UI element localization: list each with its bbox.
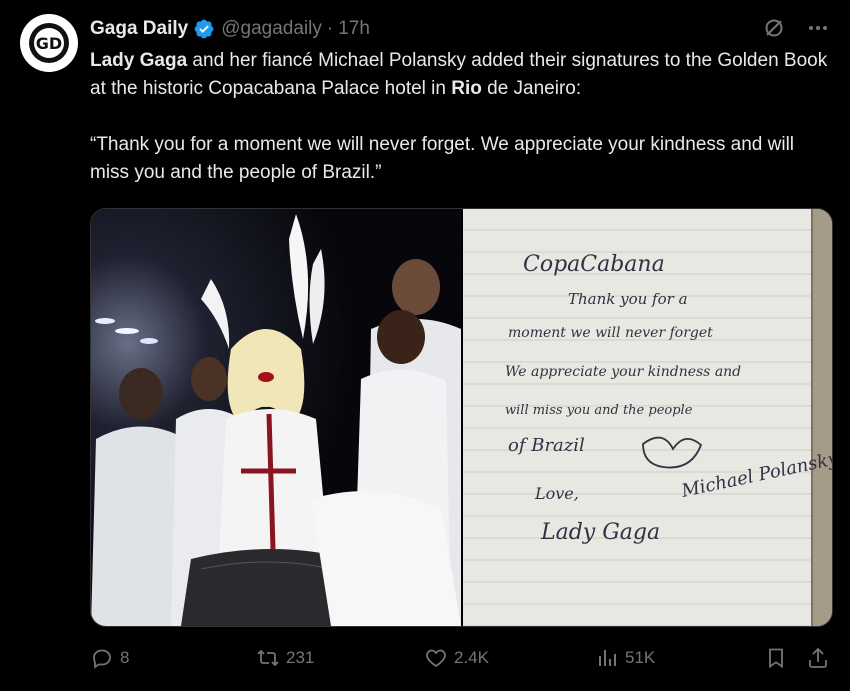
bold-city: Rio bbox=[451, 78, 482, 99]
bold-name: Lady Gaga bbox=[90, 50, 188, 71]
text-segment: de Janeiro: bbox=[481, 78, 582, 99]
tweet-actions: 8 231 2.4K 51K bbox=[90, 643, 830, 673]
svg-text:GD: GD bbox=[36, 34, 62, 53]
grok-icon[interactable] bbox=[762, 16, 786, 40]
share-button[interactable] bbox=[806, 646, 830, 670]
tweet-media[interactable]: CopaCabana Thank you for a moment we wil… bbox=[90, 208, 833, 627]
tweet-text: Lady Gaga and her fiancé Michael Polansk… bbox=[90, 47, 835, 187]
svg-text:will miss you and the people: will miss you and the people bbox=[505, 403, 693, 418]
tweet-paragraph-1: Lady Gaga and her fiancé Michael Polansk… bbox=[90, 47, 835, 103]
views-button[interactable]: 51K bbox=[595, 646, 655, 670]
gaga-daily-logo-icon: GD bbox=[29, 23, 69, 63]
reply-icon bbox=[93, 649, 111, 669]
svg-text:Lady Gaga: Lady Gaga bbox=[540, 520, 660, 545]
separator-dot: · bbox=[326, 18, 334, 39]
bookmark-button[interactable] bbox=[764, 646, 788, 670]
like-button[interactable]: 2.4K bbox=[424, 646, 489, 670]
author-name[interactable]: Gaga Daily bbox=[90, 18, 188, 40]
repost-icon bbox=[257, 649, 279, 667]
golden-book-image: CopaCabana Thank you for a moment we wil… bbox=[463, 209, 832, 626]
tweet-paragraph-2: “Thank you for a moment we will never fo… bbox=[90, 134, 795, 183]
share-icon bbox=[809, 647, 827, 668]
author-handle[interactable]: @gagadaily bbox=[221, 18, 322, 40]
bookmark-icon bbox=[769, 648, 783, 669]
golden-book-photo[interactable]: CopaCabana Thank you for a moment we wil… bbox=[461, 209, 832, 626]
like-count: 2.4K bbox=[454, 648, 489, 667]
repost-button[interactable]: 231 bbox=[256, 646, 314, 670]
reply-button[interactable]: 8 bbox=[90, 646, 129, 670]
concert-photo-image bbox=[91, 209, 461, 626]
verified-badge-icon bbox=[194, 19, 214, 39]
views-chart-icon bbox=[599, 650, 616, 666]
svg-text:We appreciate your kindness an: We appreciate your kindness and bbox=[505, 364, 741, 380]
avatar[interactable]: GD bbox=[20, 14, 78, 72]
views-count: 51K bbox=[625, 648, 656, 667]
svg-text:Thank you for a: Thank you for a bbox=[568, 290, 688, 308]
svg-text:CopaCabana: CopaCabana bbox=[523, 252, 665, 277]
tweet-header: Gaga Daily @gagadaily · 17h bbox=[90, 16, 830, 42]
reply-count: 8 bbox=[120, 648, 130, 667]
concert-photo[interactable] bbox=[91, 209, 461, 626]
repost-count: 231 bbox=[286, 648, 315, 667]
more-options-icon[interactable] bbox=[806, 16, 830, 40]
svg-text:of Brazil: of Brazil bbox=[508, 435, 585, 456]
svg-text:Love,: Love, bbox=[534, 484, 579, 503]
heart-icon bbox=[426, 649, 446, 668]
svg-text:moment we will never forget: moment we will never forget bbox=[508, 325, 713, 341]
timestamp[interactable]: 17h bbox=[338, 18, 370, 40]
